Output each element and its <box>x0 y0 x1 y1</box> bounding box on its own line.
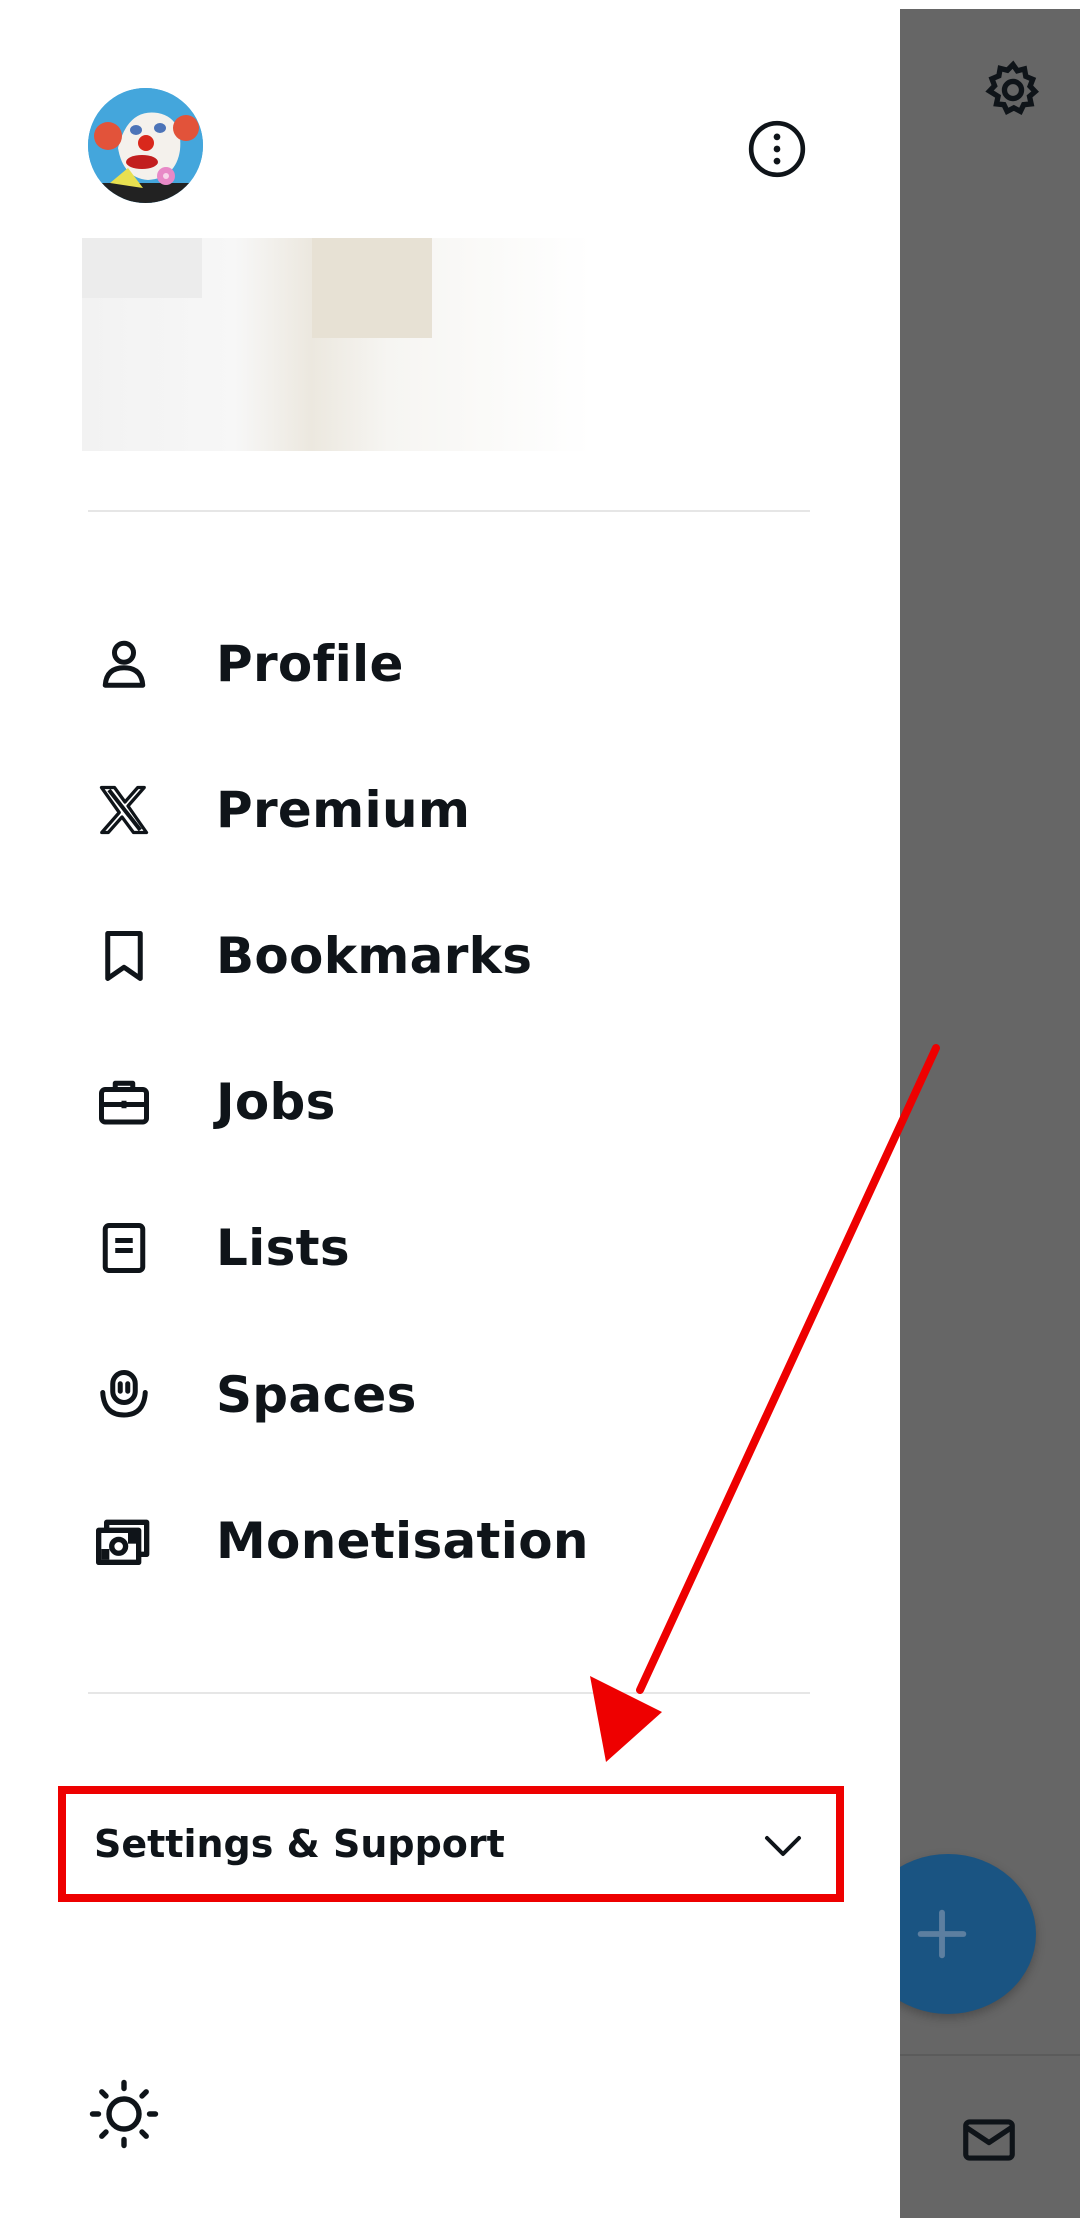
messages-mail-icon[interactable] <box>958 2109 1020 2171</box>
bottom-nav-divider <box>900 2054 1080 2056</box>
menu-item-premium[interactable]: Premium <box>88 760 808 860</box>
person-icon <box>88 628 160 700</box>
briefcase-icon <box>88 1066 160 1138</box>
more-options-icon[interactable] <box>746 118 808 180</box>
settings-and-support-dropdown[interactable]: Settings & Support <box>58 1786 844 1902</box>
menu-item-spaces[interactable]: Spaces <box>88 1345 808 1445</box>
compose-fab-button[interactable] <box>900 1854 1036 2014</box>
menu-item-lists[interactable]: Lists <box>88 1198 808 1298</box>
menu-item-label: Monetisation <box>216 1512 589 1570</box>
account-name-blurred <box>82 238 592 451</box>
dimmed-background-app <box>900 9 1080 2218</box>
menu-item-label: Profile <box>216 635 404 693</box>
menu-item-bookmarks[interactable]: Bookmarks <box>88 906 808 1006</box>
side-navigation-drawer: Profile Premium Bookmarks Jobs Lists Spa… <box>0 0 900 2218</box>
menu-divider <box>88 1692 810 1694</box>
x-logo-icon <box>88 774 160 846</box>
menu-item-label: Spaces <box>216 1366 417 1424</box>
settings-and-support-label: Settings & Support <box>94 1822 505 1866</box>
menu-item-label: Bookmarks <box>216 927 533 985</box>
menu-item-monetisation[interactable]: Monetisation <box>88 1491 808 1591</box>
bookmark-icon <box>88 920 160 992</box>
chevron-down-icon <box>765 1836 801 1856</box>
menu-item-label: Premium <box>216 781 471 839</box>
menu-item-profile[interactable]: Profile <box>88 614 808 714</box>
header-divider <box>88 510 810 512</box>
menu-item-jobs[interactable]: Jobs <box>88 1052 808 1152</box>
display-theme-sun-icon[interactable] <box>88 2078 160 2150</box>
spaces-microphone-icon <box>88 1359 160 1431</box>
avatar[interactable] <box>88 88 203 203</box>
plus-icon <box>917 1909 967 1959</box>
settings-gear-icon[interactable] <box>981 58 1045 122</box>
menu-item-label: Lists <box>216 1219 350 1277</box>
list-document-icon <box>88 1212 160 1284</box>
money-icon <box>88 1505 160 1577</box>
menu-item-label: Jobs <box>216 1073 336 1131</box>
avatar-clown-image <box>88 88 203 203</box>
